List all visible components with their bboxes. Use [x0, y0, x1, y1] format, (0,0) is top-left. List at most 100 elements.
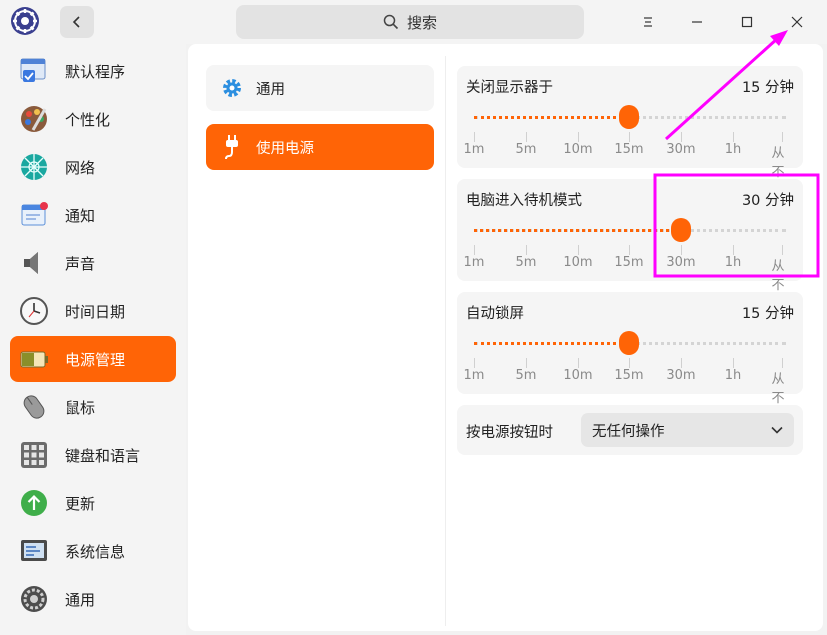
auto-lock-title: 自动锁屏 — [466, 306, 524, 322]
slider-tick-label: 10m — [563, 142, 593, 157]
sidebar-item-label: 时间日期 — [65, 302, 126, 321]
slider-tick-label: 从不 — [771, 372, 785, 406]
sidebar-item-label: 系统信息 — [65, 542, 126, 561]
slider-thumb[interactable] — [619, 331, 639, 355]
standby-slider[interactable]: 1m 5m 10m 15m 30m 1h 从不 — [457, 217, 803, 293]
search-placeholder: 搜索 — [406, 13, 437, 32]
gear-icon — [220, 76, 244, 100]
mouse-icon — [18, 391, 50, 423]
slider-tick-label: 30m — [666, 255, 696, 270]
slider-tick-label: 1h — [724, 142, 742, 157]
power-button-select[interactable]: 无任何操作 — [581, 413, 794, 447]
subnav-item-general[interactable]: 通用 — [206, 65, 434, 111]
slider-tick — [526, 245, 527, 255]
auto-lock-panel: 自动锁屏 15 分钟 1m 5m 10m 15m 30m 1h 从不 — [457, 292, 803, 406]
slider-tick-label: 从不 — [771, 146, 785, 180]
network-icon — [18, 151, 50, 183]
sidebar-item-general[interactable]: 通用 — [10, 576, 176, 622]
sidebar-item-personalization[interactable]: 个性化 — [10, 96, 176, 142]
sidebar-item-datetime[interactable]: 时间日期 — [10, 288, 176, 334]
slider-tick-label: 1m — [463, 255, 485, 270]
maximize-button[interactable] — [732, 8, 762, 36]
slider-tick-label: 1h — [724, 368, 742, 383]
subnav-item-label: 使用电源 — [256, 140, 314, 157]
sidebar-item-default-apps[interactable]: 默认程序 — [10, 48, 176, 94]
slider-tick-label: 15m — [614, 142, 644, 157]
slider-tick — [733, 132, 734, 142]
sidebar-item-keyboard[interactable]: 键盘和语言 — [10, 432, 176, 478]
slider-tick-label: 1m — [463, 142, 485, 157]
slider-tick — [629, 132, 630, 142]
sidebar-item-mouse[interactable]: 鼠标 — [10, 384, 176, 430]
screen-off-slider[interactable]: 1m 5m 10m 15m 30m 1h 从不 — [457, 104, 803, 180]
clock-icon — [18, 295, 50, 327]
standby-title: 电脑进入待机模式 — [466, 193, 582, 209]
sidebar-item-update[interactable]: 更新 — [10, 480, 176, 526]
auto-lock-slider[interactable]: 1m 5m 10m 15m 30m 1h 从不 — [457, 330, 803, 406]
search-icon — [383, 14, 399, 30]
back-button[interactable] — [60, 6, 94, 38]
menu-icon — [644, 17, 652, 27]
power-button-selected: 无任何操作 — [592, 423, 665, 440]
slider-tick-label: 从不 — [771, 259, 785, 293]
sidebar-item-label: 通知 — [65, 206, 96, 225]
sidebar-item-label: 声音 — [65, 254, 96, 273]
slider-tick — [681, 358, 682, 368]
slider-tick — [526, 132, 527, 142]
slider-tick-label: 10m — [563, 255, 593, 270]
slider-tick — [782, 132, 783, 142]
slider-tick-label: 1m — [463, 368, 485, 383]
sidebar-item-label: 通用 — [65, 590, 96, 609]
watermark-url: jingyan.baidu.com — [676, 598, 810, 613]
slider-tick — [526, 358, 527, 368]
control-center-logo-icon — [10, 6, 40, 36]
battery-icon — [18, 343, 50, 375]
slider-thumb[interactable] — [671, 218, 691, 242]
sidebar: 默认程序 个性化 网络 通知 声音 时间日期 电源管理 鼠标 键盘和语言 更新 … — [0, 44, 186, 635]
slider-tick — [681, 132, 682, 142]
sidebar-item-label: 键盘和语言 — [65, 446, 141, 465]
slider-tick — [681, 245, 682, 255]
screen-off-panel: 关闭显示器于 15 分钟 1m 5m 10m 15m 30m 1h 从不 — [457, 66, 803, 180]
auto-lock-value: 15 分钟 — [741, 306, 794, 322]
update-icon — [18, 487, 50, 519]
sound-icon — [18, 247, 50, 279]
chevron-down-icon — [771, 426, 783, 434]
settings-window: 搜索 默认程序 个性化 网络 通知 声音 时间日期 电源管理 鼠标 键盘和语言 … — [0, 0, 827, 635]
sidebar-item-sound[interactable]: 声音 — [10, 240, 176, 286]
maximize-icon — [741, 16, 753, 28]
sidebar-item-power[interactable]: 电源管理 — [10, 336, 176, 382]
slider-tick — [782, 245, 783, 255]
slider-tick — [733, 358, 734, 368]
power-subnav: 通用 使用电源 — [195, 56, 445, 626]
slider-tick — [733, 245, 734, 255]
sidebar-item-system-info[interactable]: 系统信息 — [10, 528, 176, 574]
minimize-button[interactable] — [682, 8, 712, 36]
slider-fill — [474, 229, 681, 233]
sidebar-item-network[interactable]: 网络 — [10, 144, 176, 190]
sidebar-item-label: 鼠标 — [65, 398, 96, 417]
slider-tick — [629, 358, 630, 368]
close-button[interactable] — [782, 8, 812, 36]
sidebar-item-label: 电源管理 — [65, 350, 126, 369]
system-info-icon — [18, 535, 50, 567]
slider-tick — [474, 245, 475, 255]
column-divider — [445, 56, 446, 626]
slider-tick-label: 10m — [563, 368, 593, 383]
menu-button[interactable] — [633, 8, 663, 36]
default-apps-icon — [18, 55, 50, 87]
sidebar-item-label: 网络 — [65, 158, 96, 177]
sidebar-item-label: 个性化 — [65, 110, 111, 129]
slider-tick — [474, 358, 475, 368]
subnav-item-use-power[interactable]: 使用电源 — [206, 124, 434, 170]
sidebar-item-label: 更新 — [65, 494, 96, 513]
slider-thumb[interactable] — [619, 105, 639, 129]
general-icon — [18, 583, 50, 615]
slider-tick-label: 1h — [724, 255, 742, 270]
standby-panel: 电脑进入待机模式 30 分钟 1m 5m 10m 15m 30m 1h 从不 — [457, 179, 803, 293]
search-input[interactable]: 搜索 — [236, 5, 584, 39]
sidebar-item-notification[interactable]: 通知 — [10, 192, 176, 238]
slider-tick-label: 5m — [515, 142, 537, 157]
slider-tick — [578, 132, 579, 142]
title-bar: 搜索 — [0, 0, 827, 44]
